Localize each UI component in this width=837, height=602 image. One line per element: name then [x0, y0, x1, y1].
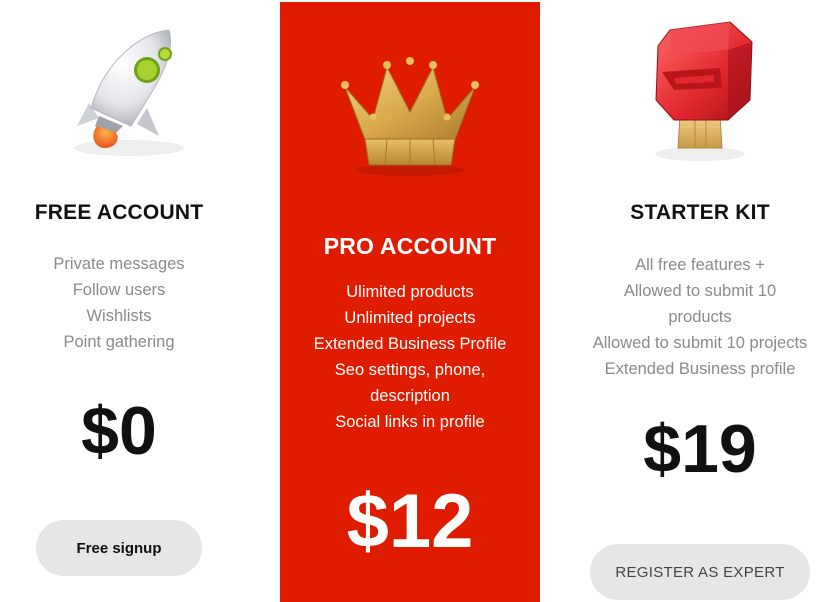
free-signup-button[interactable]: Free signup [36, 520, 202, 576]
plan-price: $19 [643, 411, 757, 487]
feature-item: Private messages [53, 255, 185, 273]
plan-title: PRO ACCOUNT [323, 233, 497, 259]
feature-item: Wishlists [86, 307, 152, 325]
feature-item: Social links in profile [335, 413, 485, 431]
feature-item: Seo settings, phone, [334, 361, 486, 379]
feature-item: Extended Business Profile [313, 335, 507, 353]
plan-title: FREE ACCOUNT [34, 201, 204, 224]
feature-item: Allowed to submit 10 [623, 282, 777, 300]
feature-item: Allowed to submit 10 projects [592, 334, 808, 352]
plan-title: STARTER KIT [630, 201, 770, 224]
feature-item: Extended Business profile [604, 360, 796, 378]
feature-item: products [668, 308, 732, 326]
plan-card-free: FREE ACCOUNT Private messages Follow use… [0, 0, 238, 602]
feature-item: Unlimited projects [344, 309, 476, 327]
feature-list: Private messages Follow users Wishlists … [0, 251, 238, 355]
register-as-expert-button[interactable]: REGISTER AS EXPERT [590, 544, 810, 600]
pricing-section: FREE ACCOUNT Private messages Follow use… [0, 0, 837, 602]
feature-list: Ulimited products Unlimited projects Ext… [280, 279, 540, 435]
feature-item: All free features + [635, 256, 765, 274]
feature-item: Ulimited products [346, 283, 474, 301]
plan-card-pro: PRO ACCOUNT Ulimited products Unlimited … [280, 2, 540, 602]
feature-item: description [370, 387, 450, 405]
feature-item: Follow users [72, 281, 166, 299]
plan-price: $12 [346, 479, 474, 564]
crown-icon [280, 57, 540, 182]
plan-card-starter: STARTER KIT All free features + Allowed … [583, 0, 817, 602]
rocket-icon [0, 8, 238, 168]
feature-list: All free features + Allowed to submit 10… [583, 252, 817, 382]
feature-item: Point gathering [63, 333, 175, 351]
toolbox-icon [583, 8, 817, 168]
plan-price: $0 [81, 393, 157, 469]
